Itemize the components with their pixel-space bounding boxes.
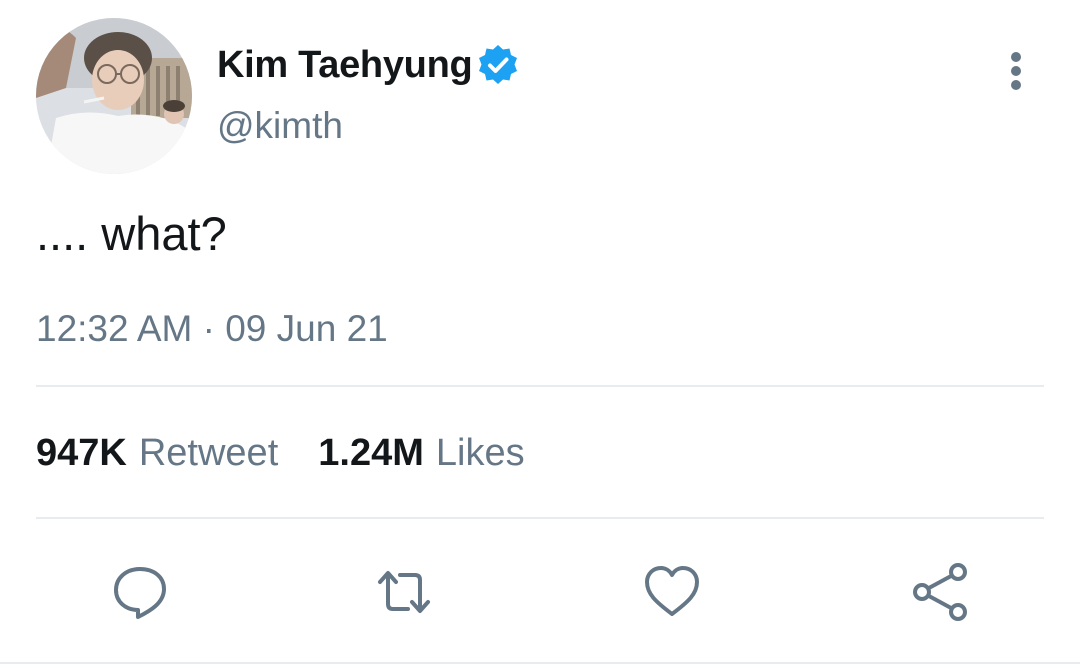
- divider: [36, 385, 1044, 387]
- reply-button[interactable]: [110, 562, 170, 622]
- divider: [0, 662, 1080, 664]
- tweet-text: .... what?: [36, 207, 227, 260]
- share-icon: [913, 563, 967, 621]
- user-handle[interactable]: @kimth: [217, 105, 343, 147]
- profile-photo: [36, 18, 192, 174]
- avatar[interactable]: [36, 18, 192, 174]
- more-options-icon[interactable]: [996, 48, 1036, 94]
- retweet-stat[interactable]: 947K Retweet: [36, 432, 278, 475]
- retweet-label: Retweet: [138, 432, 279, 474]
- retweet-count: 947K: [36, 432, 127, 474]
- retweet-icon: [378, 571, 430, 613]
- comment-icon: [114, 567, 166, 619]
- author-name-row[interactable]: Kim Taehyung: [217, 40, 520, 90]
- likes-count: 1.24M: [318, 432, 424, 474]
- divider: [36, 517, 1044, 519]
- likes-label: Likes: [435, 432, 525, 474]
- verified-badge-icon: [476, 43, 520, 87]
- like-button[interactable]: [642, 562, 702, 622]
- share-button[interactable]: [910, 562, 970, 622]
- tweet-stats: 947K Retweet 1.24M Likes: [36, 432, 525, 475]
- retweet-button[interactable]: [374, 562, 434, 622]
- display-name[interactable]: Kim Taehyung: [217, 44, 473, 87]
- tweet-timestamp[interactable]: 12:32 AM · 09 Jun 21: [36, 308, 388, 350]
- likes-stat[interactable]: 1.24M Likes: [318, 432, 524, 475]
- heart-icon: [645, 566, 699, 616]
